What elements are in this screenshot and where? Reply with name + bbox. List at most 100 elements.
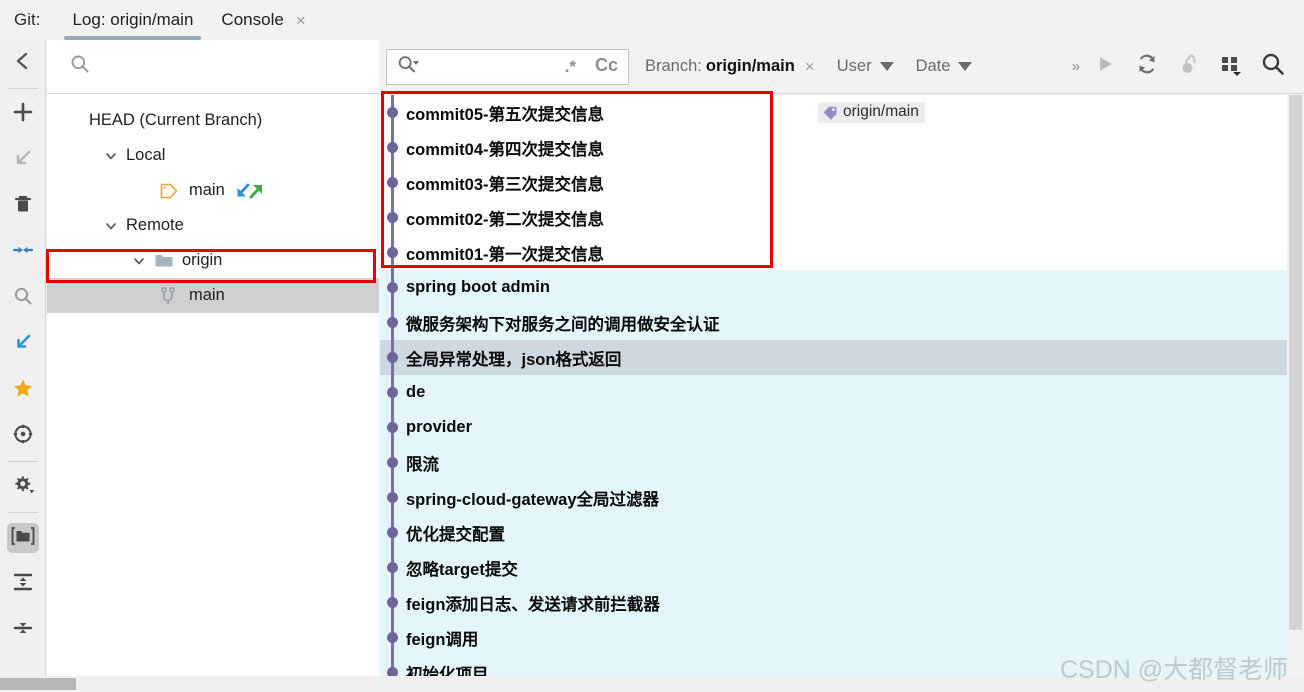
chevron-down-icon[interactable]	[130, 254, 148, 268]
branch-icon	[159, 286, 177, 306]
commit-row[interactable]: commit01-第一次提交信息大都督37 minutes ago	[380, 235, 1304, 270]
branch-filter-bar[interactable]	[47, 40, 379, 94]
commit-row[interactable]: commit05-第五次提交信息origin/main大都督33 minutes…	[380, 95, 1304, 130]
favorite-button[interactable]	[0, 367, 46, 413]
branch-filter-chip[interactable]: Branch: origin/main ×	[645, 57, 815, 77]
run-button[interactable]	[1084, 47, 1126, 87]
commit-graph-node	[380, 165, 404, 200]
user-filter-label: User	[836, 57, 872, 75]
user-filter-dropdown[interactable]: User	[837, 57, 894, 76]
commit-subject: de	[406, 383, 426, 401]
cherry-pick-icon	[1177, 52, 1201, 81]
commit-graph-node	[380, 445, 404, 480]
commit-row[interactable]: commit02-第二次提交信息大都督36 minutes ago	[380, 200, 1304, 235]
cherry-pick-button[interactable]	[1168, 47, 1210, 87]
commit-graph-node	[380, 515, 404, 550]
search-icon	[12, 285, 34, 312]
show-branches-button[interactable]	[1210, 47, 1252, 87]
close-icon[interactable]: ×	[296, 12, 306, 29]
branch-filter-input[interactable]	[99, 56, 379, 77]
commit-row[interactable]: 限流大都督2024/8/27 15:21	[380, 445, 1304, 480]
commit-log-table[interactable]: commit05-第五次提交信息origin/main大都督33 minutes…	[380, 95, 1304, 676]
run-icon	[1094, 53, 1116, 80]
tree-node-origin[interactable]: origin	[47, 243, 379, 278]
commit-graph-node	[380, 550, 404, 585]
delete-branch-button[interactable]	[0, 183, 46, 229]
tab-log-label: Log: origin/main	[72, 10, 194, 29]
folder-icon	[154, 252, 174, 269]
regex-toggle[interactable]: .*	[565, 57, 576, 77]
close-icon[interactable]: ×	[805, 57, 815, 77]
commit-graph-node	[380, 410, 404, 445]
branch-tool-rail	[0, 40, 46, 692]
commit-row[interactable]: 优化提交配置大都督2024/8/27 10:30	[380, 515, 1304, 550]
tab-console[interactable]: Console ×	[207, 0, 319, 40]
commit-row[interactable]: 全局异常处理，json格式返回大都督2024/8/27 16:16	[380, 340, 1304, 375]
merge-icon	[12, 239, 34, 266]
rail-divider-1	[7, 88, 38, 89]
commit-subject: 全局异常处理，json格式返回	[406, 350, 622, 369]
git-log-window: Git: Log: origin/main Console × HEAD (Cu…	[0, 0, 1304, 692]
pull-button[interactable]	[0, 321, 46, 367]
match-case-toggle[interactable]: Cc	[595, 55, 618, 76]
commit-row[interactable]: feign调用大都督2024/8/26 17:57	[380, 620, 1304, 655]
search-branch-button[interactable]	[0, 275, 46, 321]
tree-node-head[interactable]: HEAD (Current Branch)	[47, 103, 379, 138]
search-commits-button[interactable]	[1252, 47, 1294, 87]
date-filter-dropdown[interactable]: Date	[916, 57, 973, 76]
commit-row[interactable]: feign添加日志、发送请求前拦截器大都督2024/8/27 10:25	[380, 585, 1304, 620]
commit-subject: spring boot admin	[406, 278, 550, 296]
show-current-branch-button[interactable]	[0, 413, 46, 459]
search-dropdown-icon[interactable]	[397, 54, 423, 79]
commit-row[interactable]: 初始化项目大都督2024/8/26 16:00	[380, 655, 1304, 676]
vertical-scrollbar-thumb[interactable]	[1289, 95, 1302, 630]
commit-graph-node	[380, 620, 404, 655]
tab-log-origin-main[interactable]: Log: origin/main	[58, 0, 207, 40]
branch-filter-key: Branch:	[645, 57, 702, 75]
tab-bar: Git: Log: origin/main Console ×	[0, 0, 1304, 40]
log-search-box[interactable]: .* Cc	[386, 48, 629, 85]
tree-node-label: main	[189, 181, 225, 199]
tree-node-local-main[interactable]: main	[47, 173, 379, 208]
commit-row[interactable]: commit03-第三次提交信息大都督35 minutes ago	[380, 165, 1304, 200]
tree-node-remote[interactable]: Remote	[47, 208, 379, 243]
refresh-button[interactable]	[1126, 47, 1168, 87]
commit-row[interactable]: provider大都督2024/8/27 15:22	[380, 410, 1304, 445]
chevron-down-icon[interactable]	[102, 219, 120, 233]
tag-icon	[822, 105, 839, 120]
collapse-all-button[interactable]	[0, 607, 46, 653]
tree-node-local[interactable]: Local	[47, 138, 379, 173]
expand-all-button[interactable]	[0, 561, 46, 607]
tree-node-origin-main[interactable]: main	[47, 278, 379, 313]
collapse-pane-button[interactable]	[0, 40, 46, 86]
vertical-scrollbar[interactable]	[1287, 95, 1304, 676]
log-toolbar: .* Cc Branch: origin/main × User Date »	[380, 40, 1304, 94]
group-by-folder-button[interactable]	[0, 515, 46, 561]
commit-row[interactable]: de大都督2024/8/27 15:24	[380, 375, 1304, 410]
add-button[interactable]	[0, 91, 46, 137]
commit-row[interactable]: 微服务架构下对服务之间的调用做安全认证大都督2024/9/2 11:23	[380, 305, 1304, 340]
commit-row[interactable]: spring boot admin大都督2024/9/11 9:25	[380, 270, 1304, 305]
overflow-chevrons-icon[interactable]: »	[1072, 58, 1080, 75]
merge-button[interactable]	[0, 229, 46, 275]
tree-node-label: origin	[182, 251, 223, 269]
commit-ref-label[interactable]: origin/main	[818, 102, 925, 123]
commit-subject: commit01-第一次提交信息	[406, 245, 605, 264]
pull-icon	[12, 331, 34, 358]
group-by-folder-icon	[11, 526, 35, 551]
collapse-all-icon	[11, 617, 35, 644]
commit-row[interactable]: 忽略target提交大都督2024/8/27 10:29	[380, 550, 1304, 585]
favorite-star-icon	[12, 377, 34, 404]
commit-subject: spring-cloud-gateway全局过滤器	[406, 490, 660, 509]
settings-button[interactable]	[0, 464, 46, 510]
commit-subject: 限流	[406, 455, 439, 474]
commit-row[interactable]: commit04-第四次提交信息大都督33 minutes ago	[380, 130, 1304, 165]
checkout-button[interactable]	[0, 137, 46, 183]
commit-row[interactable]: spring-cloud-gateway全局过滤器大都督2024/8/27 14…	[380, 480, 1304, 515]
horizontal-scrollbar[interactable]	[0, 676, 1304, 692]
refresh-icon	[1135, 52, 1159, 81]
chevron-down-icon[interactable]	[102, 149, 120, 163]
horizontal-scrollbar-thumb[interactable]	[0, 678, 76, 690]
commit-subject: commit04-第四次提交信息	[406, 140, 605, 159]
commit-subject: 微服务架构下对服务之间的调用做安全认证	[406, 315, 720, 334]
